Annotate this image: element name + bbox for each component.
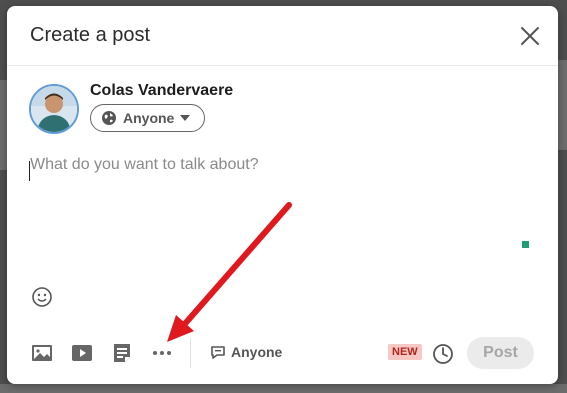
close-button[interactable] [518,24,542,48]
background-feed-strip [558,60,567,150]
caret-down-icon [180,115,191,121]
background-feed-strip [0,384,567,393]
schedule-post-button[interactable] [431,342,455,366]
post-button[interactable]: Post [467,337,534,369]
post-visibility-dropdown[interactable]: Anyone [90,104,205,132]
more-icon [153,351,171,355]
emoji-icon [32,287,52,307]
emoji-button[interactable] [31,286,53,308]
avatar [29,84,79,134]
comment-visibility-label: Anyone [231,344,283,360]
background-feed-strip [0,80,7,170]
status-indicator [522,241,529,248]
comment-icon [211,346,225,359]
text-cursor [29,161,30,181]
close-icon [521,27,539,45]
author-name: Colas Vandervaere [90,82,234,99]
comment-visibility-button[interactable]: Anyone [210,344,282,360]
add-photo-button[interactable] [31,342,53,364]
image-icon [32,345,52,361]
add-video-button[interactable] [71,342,93,364]
post-text-input[interactable] [30,156,530,276]
modal-title: Create a post [30,24,151,46]
clock-icon [433,344,453,364]
modal-header: Create a post [7,6,558,66]
video-icon [72,345,92,361]
globe-icon [102,111,116,125]
visibility-label: Anyone [123,110,175,126]
add-document-button[interactable] [111,342,133,364]
toolbar-divider [190,338,191,368]
new-badge: NEW [388,344,422,360]
more-options-button[interactable] [151,342,173,364]
create-post-modal: Create a post Colas Vandervaere Anyone W… [7,6,558,384]
document-icon [114,344,130,362]
